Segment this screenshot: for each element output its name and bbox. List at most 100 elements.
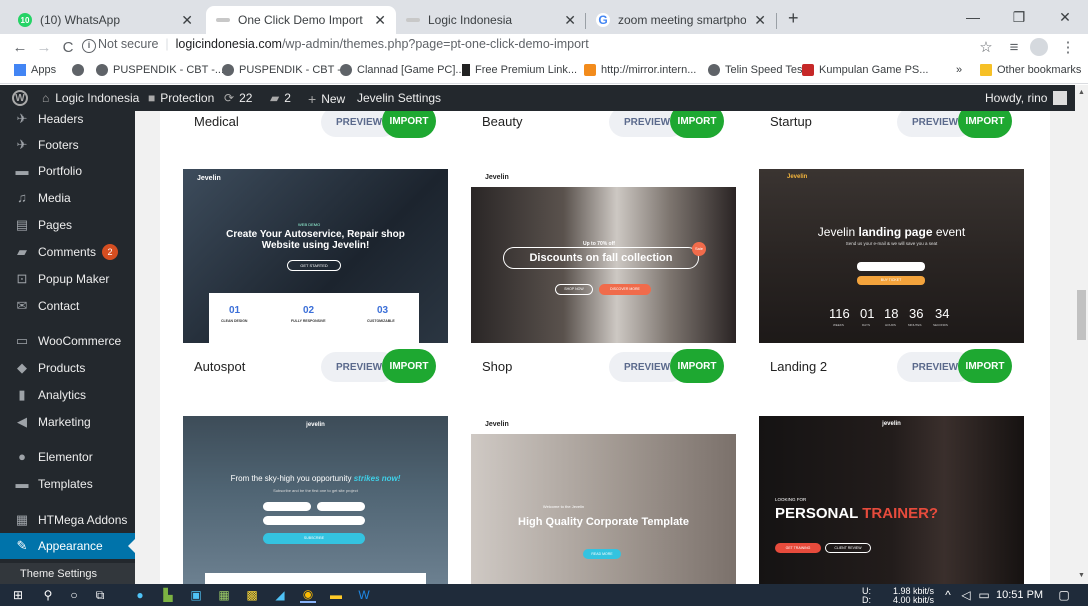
- info-icon[interactable]: i: [82, 39, 96, 53]
- new-tab-button[interactable]: +: [788, 8, 799, 29]
- jevelin-settings-link[interactable]: Jevelin Settings: [357, 91, 441, 105]
- sidebar-item-marketing[interactable]: ◀ Marketing: [0, 409, 135, 435]
- bookmark-item[interactable]: Free Premium Link...: [462, 64, 577, 76]
- page-scrollbar[interactable]: ▲ ▼: [1075, 85, 1088, 584]
- bookmark-star-icon[interactable]: ☆: [974, 34, 998, 60]
- close-icon[interactable]: ✕: [181, 12, 193, 29]
- back-icon[interactable]: ←: [8, 34, 32, 60]
- tab-demo-import[interactable]: One Click Demo Import ‹ Logic I ✕: [206, 6, 396, 34]
- comments-link[interactable]: ▰ 2: [270, 91, 291, 105]
- countdown-label: WEEKS: [833, 323, 844, 327]
- reload-icon[interactable]: C: [56, 34, 80, 60]
- address-toolbar: ← → C i Not secure | logicindonesia.com/…: [0, 34, 1088, 60]
- bookmark-item[interactable]: Telin Speed Test: [708, 64, 806, 76]
- bookmark-item[interactable]: Clannad [Game PC]...: [340, 64, 465, 76]
- new-content-link[interactable]: + New: [308, 91, 345, 107]
- bookmarks-overflow[interactable]: »: [956, 64, 962, 76]
- demo-thumbnail[interactable]: jevelin From the sky-high you opportunit…: [183, 416, 448, 584]
- scrollbar-thumb[interactable]: [1077, 290, 1086, 340]
- import-button[interactable]: IMPORT: [958, 349, 1012, 383]
- sidebar-item-theme-settings[interactable]: Theme Settings: [0, 563, 135, 584]
- demo-thumbnail[interactable]: Jevelin Jevelin landing page event Send …: [759, 169, 1024, 343]
- tray-chevron-icon[interactable]: ^: [940, 587, 956, 603]
- minimize-icon[interactable]: —: [950, 0, 996, 34]
- sidebar-item-portfolio[interactable]: ▬ Portfolio: [0, 158, 135, 184]
- demo-thumbnail[interactable]: Jevelin Welcome to the Jevelin High Qual…: [471, 416, 736, 584]
- sidebar-item-label: Headers: [38, 112, 84, 126]
- url-field[interactable]: Not secure | logicindonesia.com/wp-admin…: [98, 37, 589, 51]
- tab-whatsapp[interactable]: 10 (10) WhatsApp ✕: [8, 6, 203, 34]
- thumb-brand: Jevelin: [485, 174, 509, 181]
- task-view-icon[interactable]: ⧉: [92, 587, 108, 603]
- demo-thumbnail[interactable]: Jevelin WEB DEMO Create Your Autoservice…: [183, 169, 448, 343]
- demo-card-coming-soon: jevelin From the sky-high you opportunit…: [183, 416, 448, 584]
- sidebar-item-popup-maker[interactable]: ⊡ Popup Maker: [0, 266, 135, 292]
- sidebar-item-woocommerce[interactable]: ▭ WooCommerce: [0, 328, 135, 354]
- sidebar-item-contact[interactable]: ✉ Contact: [0, 293, 135, 319]
- search-icon[interactable]: ⚲: [40, 587, 56, 603]
- app-icon[interactable]: ◢: [272, 587, 288, 603]
- clock[interactable]: 10:51 PM: [996, 589, 1043, 601]
- window-close-icon[interactable]: ✕: [1042, 0, 1088, 34]
- bookmark-item[interactable]: PUSPENDIK - CBT -...: [96, 64, 224, 76]
- link-icon: [462, 64, 470, 76]
- bookmark-item[interactable]: PUSPENDIK - CBT -...: [222, 64, 350, 76]
- protection-link[interactable]: ■ Protection: [148, 91, 214, 105]
- sidebar-item-products[interactable]: ◆ Products: [0, 355, 135, 381]
- app-icon[interactable]: ▦: [216, 587, 232, 603]
- close-icon[interactable]: ✕: [754, 12, 766, 29]
- forward-icon[interactable]: →: [32, 34, 56, 60]
- sidebar-item-headers[interactable]: ✈ Headers: [0, 111, 135, 132]
- sidebar-item-templates[interactable]: ▬ Templates: [0, 471, 135, 497]
- wordpress-logo-icon[interactable]: W: [12, 90, 28, 106]
- bookmark-item[interactable]: [72, 64, 89, 76]
- import-button[interactable]: IMPORT: [382, 349, 436, 383]
- file-explorer-icon[interactable]: ▬: [328, 587, 344, 603]
- bookmark-apps[interactable]: Apps: [14, 64, 56, 76]
- cortana-icon[interactable]: ○: [66, 587, 82, 603]
- updates-link[interactable]: ⟳ 22: [224, 91, 252, 105]
- windows-start-icon[interactable]: ⊞: [10, 587, 26, 603]
- notifications-icon[interactable]: ▢: [1056, 587, 1072, 603]
- import-button[interactable]: IMPORT: [670, 111, 724, 138]
- close-icon[interactable]: ✕: [374, 12, 386, 29]
- app-icon[interactable]: ▙: [160, 587, 176, 603]
- demo-thumbnail[interactable]: jevelin LOOKING FOR PERSONAL TRAINER? GE…: [759, 416, 1024, 584]
- import-button[interactable]: IMPORT: [382, 111, 436, 138]
- maximize-icon[interactable]: ❐: [996, 0, 1042, 34]
- sidebar-item-label: Marketing: [38, 415, 91, 429]
- demo-thumbnail[interactable]: Jevelin Up to 70% off Discounts on fall …: [471, 169, 736, 343]
- sidebar-item-elementor[interactable]: ● Elementor: [0, 444, 135, 470]
- scroll-up-icon[interactable]: ▲: [1078, 89, 1085, 96]
- sidebar-item-pages[interactable]: ▤ Pages: [0, 212, 135, 238]
- import-button[interactable]: IMPORT: [670, 349, 724, 383]
- sidebar-item-comments[interactable]: ▰ Comments 2: [0, 239, 135, 265]
- network-icon[interactable]: ▭: [976, 587, 992, 603]
- bookmark-item[interactable]: Kumpulan Game PS...: [802, 64, 928, 76]
- app-icon[interactable]: ▩: [244, 587, 260, 603]
- sidebar-item-media[interactable]: ♫ Media: [0, 185, 135, 211]
- analytics-icon: ▮: [18, 387, 26, 402]
- reading-list-icon[interactable]: ≡: [1002, 34, 1026, 60]
- chrome-icon[interactable]: ◉: [300, 587, 316, 603]
- word-icon[interactable]: W: [356, 587, 372, 603]
- bookmark-item[interactable]: http://mirror.intern...: [584, 64, 696, 76]
- close-icon[interactable]: ✕: [564, 12, 576, 29]
- import-button[interactable]: IMPORT: [958, 111, 1012, 138]
- account-menu[interactable]: Howdy, rino: [985, 91, 1068, 105]
- sidebar-item-appearance[interactable]: ✎ Appearance: [0, 533, 135, 559]
- tab-google-search[interactable]: G zoom meeting smartphone - Goo ✕: [586, 6, 776, 34]
- sidebar-item-analytics[interactable]: ▮ Analytics: [0, 382, 135, 408]
- app-icon[interactable]: ▣: [188, 587, 204, 603]
- tab-title: Logic Indonesia: [428, 13, 513, 27]
- edge-icon[interactable]: ●: [132, 587, 148, 603]
- profile-avatar[interactable]: [1030, 38, 1048, 56]
- menu-icon[interactable]: ⋮: [1056, 34, 1080, 60]
- site-name-link[interactable]: ⌂ Logic Indonesia: [42, 91, 139, 105]
- volume-icon[interactable]: ◁: [958, 587, 974, 603]
- other-bookmarks[interactable]: Other bookmarks: [980, 64, 1081, 76]
- sidebar-item-htmega-addons[interactable]: ▦ HTMega Addons: [0, 507, 135, 533]
- scroll-down-icon[interactable]: ▼: [1078, 572, 1085, 579]
- sidebar-item-footers[interactable]: ✈ Footers: [0, 132, 135, 158]
- tab-logic-indonesia[interactable]: Logic Indonesia ✕: [396, 6, 586, 34]
